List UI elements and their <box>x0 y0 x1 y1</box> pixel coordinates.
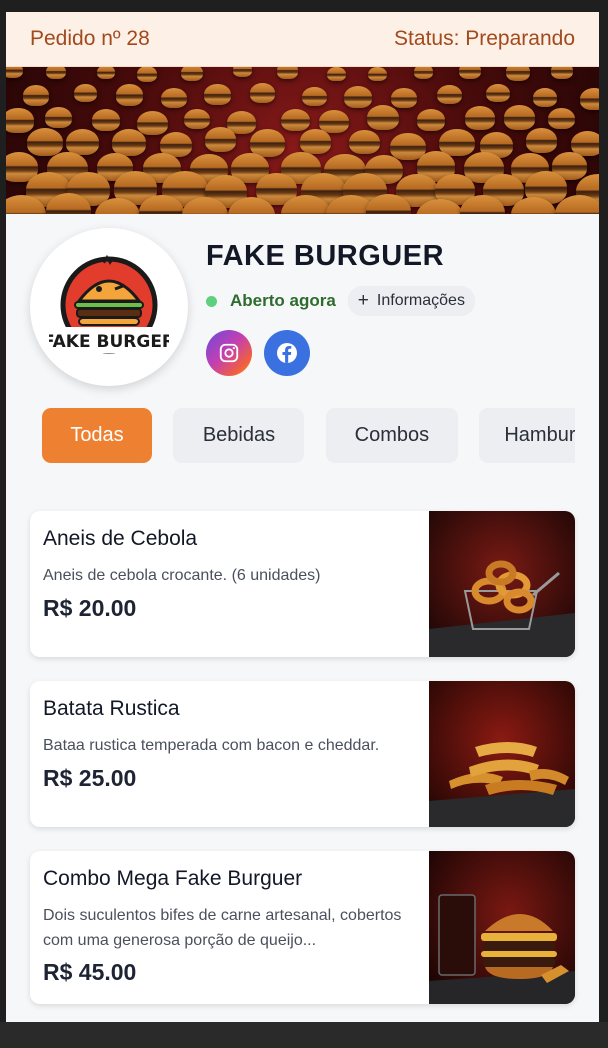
burger-pattern-icon <box>464 106 496 131</box>
burger-pattern-icon <box>366 105 399 131</box>
product-title: Combo Mega Fake Burguer <box>43 867 303 890</box>
tab-label: Bebidas <box>202 424 276 446</box>
product-description: Bataa rustica temperada com bacon e ched… <box>43 737 380 754</box>
store-banner <box>6 67 599 214</box>
burger-pattern-icon <box>437 84 463 105</box>
facebook-icon <box>277 343 297 363</box>
burger-pattern-icon <box>319 109 349 133</box>
burger-pattern-icon <box>27 127 64 156</box>
burger-pattern-icon <box>161 87 187 108</box>
tab-label: Todas <box>70 424 124 446</box>
burger-pattern-icon <box>249 83 275 103</box>
burger-pattern-icon <box>136 110 168 135</box>
burger-pattern-icon <box>280 108 311 132</box>
burger-pattern-icon <box>299 129 332 155</box>
combo-burger-image <box>429 851 575 1004</box>
logo-wordmark: FAKE BURGER <box>49 332 169 352</box>
product-card[interactable]: Batata Rustica Bataa rustica temperada c… <box>30 681 575 827</box>
info-button-label: Informações <box>376 292 465 309</box>
tab-hamburgueres[interactable]: Hamburgueres <box>479 408 575 463</box>
burger-pattern-icon <box>458 67 481 80</box>
burger-pattern-icon <box>506 67 531 82</box>
burger-pattern-icon <box>183 108 211 130</box>
burger-pattern-icon <box>115 84 144 106</box>
burger-pattern-icon <box>96 67 116 79</box>
tab-todas[interactable]: Todas <box>42 408 152 463</box>
open-status-dot <box>206 295 217 307</box>
store-logo: FAKE BURGER <box>30 228 188 386</box>
burger-pattern-icon <box>532 88 557 107</box>
burger-pattern-icon <box>6 108 34 133</box>
store-status-row: Aberto agora + Informações <box>206 286 475 316</box>
burger-pattern-icon <box>249 129 285 157</box>
category-tabs: Todas Bebidas Combos Hamburgueres <box>42 408 575 464</box>
burger-pattern-icon <box>46 67 66 80</box>
plus-icon: + <box>357 290 369 311</box>
info-button[interactable]: + Informações <box>347 286 475 316</box>
order-number: Pedido nº 28 <box>30 27 150 50</box>
product-price: R$ 25.00 <box>43 765 137 791</box>
burger-pattern-icon <box>204 84 231 105</box>
open-status-text: Aberto agora <box>230 291 336 310</box>
burger-pattern-icon <box>301 86 327 107</box>
instagram-button[interactable] <box>206 330 252 376</box>
burger-pattern-icon <box>503 105 536 130</box>
tab-label: Hamburgueres <box>504 424 575 446</box>
burger-pattern-icon <box>74 84 98 103</box>
burger-pattern-icon <box>327 67 346 82</box>
burger-pattern-icon <box>91 109 120 131</box>
product-title: Batata Rustica <box>43 697 180 720</box>
product-price: R$ 20.00 <box>43 595 137 621</box>
facebook-button[interactable] <box>264 330 310 376</box>
product-title: Aneis de Cebola <box>43 527 198 550</box>
burger-pattern-icon <box>204 127 237 152</box>
burger-pattern-icon <box>486 83 511 103</box>
burger-pattern-icon <box>525 128 558 153</box>
tab-bebidas[interactable]: Bebidas <box>173 408 305 463</box>
tab-label: Combos <box>354 424 430 446</box>
store-name: FAKE BURGUER <box>206 240 445 272</box>
product-card[interactable]: Combo Mega Fake Burguer Dois suculentos … <box>30 851 575 1004</box>
burger-pattern-icon <box>551 67 573 79</box>
burger-pattern-icon <box>276 67 299 79</box>
rustic-fries-image <box>429 681 575 827</box>
burger-pattern-icon <box>136 67 158 82</box>
store-profile: FAKE BURGER FAKE BURGUER Aberto agora + … <box>6 214 599 404</box>
app-frame: Pedido nº 28 Status: Preparando FAKE BUR… <box>6 12 599 1048</box>
burger-pattern-icon <box>344 85 373 108</box>
product-price: R$ 45.00 <box>43 959 137 985</box>
tab-combos[interactable]: Combos <box>325 408 458 463</box>
burger-pattern-icon <box>6 67 23 79</box>
order-status: Status: Preparando <box>394 27 575 50</box>
burger-pattern-icon <box>111 129 146 156</box>
burger-pattern-icon <box>391 88 417 108</box>
burger-pattern-icon <box>232 67 253 78</box>
burger-pattern-icon <box>348 129 380 154</box>
burger-pattern-icon <box>45 107 73 129</box>
burger-pattern-icon <box>548 108 576 130</box>
burger-pattern-icon <box>368 67 388 82</box>
order-status-bar: Pedido nº 28 Status: Preparando <box>6 12 599 67</box>
product-description: Dois suculentos bifes de carne artesanal… <box>43 907 402 949</box>
bottom-bar <box>0 1022 608 1048</box>
burger-pattern-icon <box>414 67 434 80</box>
burger-pattern-icon <box>580 88 599 111</box>
instagram-icon <box>219 343 239 363</box>
burger-pattern-icon <box>22 85 50 107</box>
product-description: Aneis de cebola crocante. (6 unidades) <box>43 567 321 584</box>
product-card[interactable]: Aneis de Cebola Aneis de cebola crocante… <box>30 511 575 657</box>
burger-pattern-icon <box>417 109 445 131</box>
burger-pattern-icon <box>180 67 203 82</box>
burger-logo-icon: FAKE BURGER <box>49 254 169 354</box>
onion-rings-image <box>429 511 575 657</box>
